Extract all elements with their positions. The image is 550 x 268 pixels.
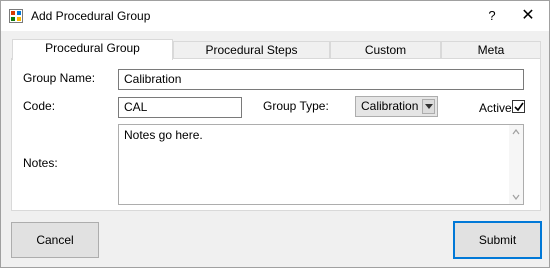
app-form-icon bbox=[9, 9, 23, 23]
notes-textarea[interactable]: Notes go here. bbox=[118, 124, 524, 205]
scroll-down-icon[interactable] bbox=[509, 190, 523, 204]
window-title: Add Procedural Group bbox=[31, 9, 151, 23]
tab-panel-procedural-group: Group Name: Calibration Code: CAL Group … bbox=[11, 58, 541, 211]
help-button[interactable]: ? bbox=[477, 6, 507, 26]
code-label: Code: bbox=[23, 99, 56, 113]
scroll-up-icon[interactable] bbox=[509, 125, 523, 139]
checkmark-icon bbox=[514, 102, 524, 112]
code-input[interactable]: CAL bbox=[118, 97, 242, 118]
notes-scrollbar[interactable] bbox=[509, 125, 523, 204]
tab-custom[interactable]: Custom bbox=[330, 41, 441, 59]
submit-button[interactable]: Submit bbox=[453, 221, 542, 259]
group-name-label: Group Name: bbox=[23, 71, 96, 85]
title-bar: Add Procedural Group ? ✕ bbox=[1, 1, 549, 31]
chevron-down-icon[interactable] bbox=[422, 99, 435, 114]
active-label: Active bbox=[479, 101, 512, 115]
dialog-window: Add Procedural Group ? ✕ Procedural Grou… bbox=[0, 0, 550, 268]
tab-meta[interactable]: Meta bbox=[441, 41, 541, 59]
tab-strip: Procedural Group Procedural Steps Custom… bbox=[11, 39, 541, 60]
group-type-select[interactable]: Calibration bbox=[355, 96, 438, 117]
active-checkbox[interactable] bbox=[512, 100, 525, 113]
tab-procedural-steps[interactable]: Procedural Steps bbox=[173, 41, 330, 59]
close-button[interactable]: ✕ bbox=[513, 6, 543, 26]
group-type-label: Group Type: bbox=[263, 99, 329, 113]
notes-label: Notes: bbox=[23, 156, 58, 170]
tab-procedural-group[interactable]: Procedural Group bbox=[12, 39, 173, 60]
group-type-value: Calibration bbox=[361, 99, 419, 113]
notes-text: Notes go here. bbox=[124, 128, 203, 142]
group-name-input[interactable]: Calibration bbox=[118, 69, 524, 90]
cancel-button[interactable]: Cancel bbox=[11, 222, 99, 258]
